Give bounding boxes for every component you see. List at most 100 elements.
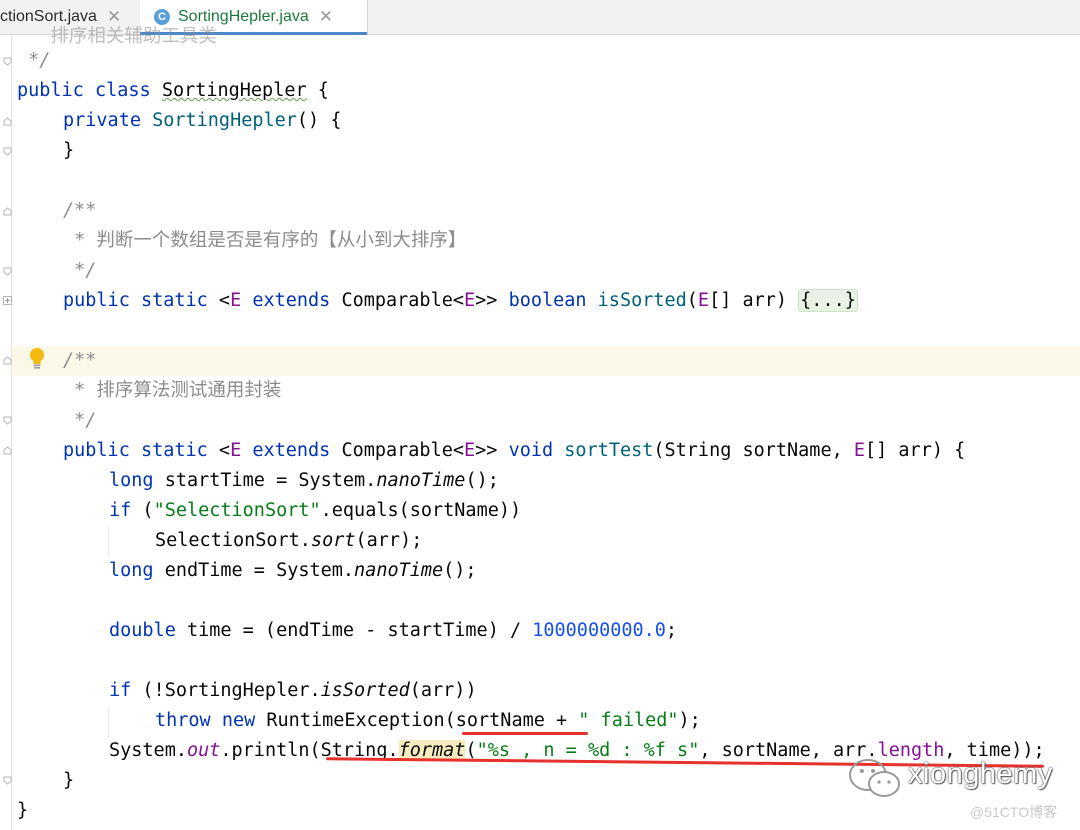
code-line: if (!SortingHepler.isSorted(arr)) bbox=[109, 676, 477, 706]
code-editor[interactable]: 排序相关辅助工具类 */ public class SortingHepler … bbox=[0, 26, 1080, 830]
brace: } bbox=[17, 800, 29, 821]
keyword: long bbox=[109, 560, 154, 581]
code-text: [] arr) bbox=[709, 290, 799, 311]
class-name: SortingHepler bbox=[161, 80, 307, 101]
fold-end-icon[interactable] bbox=[3, 57, 12, 66]
code-text: [] arr) { bbox=[865, 440, 966, 461]
code-text: startTime = System. bbox=[153, 470, 377, 491]
code-line: long endTime = System.nanoTime(); bbox=[109, 556, 477, 586]
method-name: isSorted bbox=[597, 290, 687, 311]
code-text: < bbox=[207, 440, 231, 461]
fold-start-icon[interactable] bbox=[3, 117, 12, 126]
method-name: sortTest bbox=[564, 440, 654, 461]
code-text: (arr)) bbox=[409, 680, 477, 701]
code-text: RuntimeException(sortName + bbox=[255, 710, 579, 731]
string-literal: "%s , n = %d : %f s" bbox=[476, 740, 700, 761]
keyword: extends bbox=[252, 290, 331, 311]
code-text: System. bbox=[109, 740, 187, 761]
code-line-constructor: private SortingHepler() { bbox=[63, 106, 341, 136]
code-line: double time = (endTime - startTime) / 10… bbox=[109, 616, 677, 646]
keyword: double bbox=[109, 620, 176, 641]
static-method: isSorted bbox=[320, 680, 410, 701]
code-text: ( bbox=[131, 500, 154, 521]
indent-guide bbox=[108, 707, 109, 737]
type-param: E bbox=[697, 290, 710, 311]
fold-end-icon[interactable] bbox=[3, 776, 12, 785]
doc-comment-start: /** bbox=[63, 200, 97, 221]
code-text: ); bbox=[678, 710, 701, 731]
static-method: nanoTime bbox=[376, 470, 466, 491]
code-text: (); bbox=[443, 560, 477, 581]
code-text: .equals(sortName)) bbox=[320, 500, 522, 521]
type-param: E bbox=[230, 440, 242, 461]
code-line: */ bbox=[63, 406, 96, 436]
code-text: SelectionSort. bbox=[155, 530, 311, 551]
code-line: if ("SelectionSort".equals(sortName)) bbox=[109, 496, 521, 526]
type-param: E bbox=[230, 290, 242, 311]
fold-expand-icon[interactable] bbox=[3, 296, 12, 305]
keyword: static bbox=[140, 290, 208, 311]
watermark: xionghemy @51CTO博客 bbox=[842, 756, 1072, 826]
keyword: long bbox=[109, 470, 154, 491]
keyword: throw bbox=[155, 710, 211, 731]
number-literal: 1000000000.0 bbox=[532, 620, 666, 641]
wechat-icon bbox=[849, 759, 900, 797]
watermark-site: @51CTO博客 bbox=[970, 804, 1058, 820]
string-literal: " failed" bbox=[578, 710, 679, 731]
fold-start-icon[interactable] bbox=[3, 446, 12, 455]
code-line: */ bbox=[63, 256, 96, 286]
current-line-highlight bbox=[12, 346, 1080, 376]
keyword: class bbox=[94, 80, 151, 101]
code-text: < bbox=[207, 290, 231, 311]
keyword: void bbox=[508, 440, 554, 461]
brace: } bbox=[63, 770, 75, 791]
fold-end-icon[interactable] bbox=[3, 267, 12, 276]
watermark-author: xionghemy bbox=[908, 758, 1053, 790]
type-param: E bbox=[853, 440, 865, 461]
code-text: (String sortName, bbox=[653, 440, 854, 461]
doc-comment-start: /** bbox=[63, 350, 97, 371]
type-param: E bbox=[464, 440, 476, 461]
code-line: * 排序算法测试通用封装 bbox=[63, 376, 281, 406]
code-text: (arr); bbox=[355, 530, 423, 551]
code-line: } bbox=[63, 136, 74, 166]
code-line: } bbox=[17, 796, 28, 826]
fold-start-icon[interactable] bbox=[3, 356, 12, 365]
comment-end: */ bbox=[17, 50, 51, 71]
code-text: Comparable< bbox=[341, 290, 464, 311]
doc-comment-end: */ bbox=[63, 260, 97, 281]
keyword: private bbox=[63, 110, 141, 131]
code-text: time = (endTime - startTime) / bbox=[175, 620, 533, 641]
code-line: * 判断一个数组是否是有序的【从小到大排序】 bbox=[63, 226, 466, 256]
code-line: /** bbox=[63, 196, 96, 226]
fold-start-icon[interactable] bbox=[3, 207, 12, 216]
keyword: if bbox=[109, 500, 132, 521]
fold-end-icon[interactable] bbox=[3, 147, 12, 156]
folded-code-block[interactable]: {...} bbox=[798, 289, 858, 312]
keyword: extends bbox=[252, 440, 331, 461]
code-text: (!SortingHepler. bbox=[131, 680, 321, 701]
code-text: ; bbox=[665, 620, 678, 641]
close-icon[interactable]: ✕ bbox=[319, 7, 333, 27]
fold-end-icon[interactable] bbox=[3, 416, 12, 425]
indent-guide bbox=[108, 527, 109, 557]
keyword: boolean bbox=[508, 290, 587, 311]
keyword: new bbox=[221, 710, 256, 731]
keyword: static bbox=[140, 440, 208, 461]
type-param: E bbox=[464, 290, 476, 311]
code-text: >> bbox=[475, 440, 498, 461]
code-line-class-declaration: public class SortingHepler { bbox=[17, 76, 329, 106]
code-text: >> bbox=[475, 290, 498, 311]
code-line-issorted-signature: public static <E extends Comparable<E>> … bbox=[63, 286, 858, 316]
code-line: } bbox=[63, 766, 74, 796]
doc-comment-end: */ bbox=[63, 410, 97, 431]
code-text: Comparable< bbox=[341, 440, 464, 461]
doc-comment-text: * 排序算法测试通用封装 bbox=[63, 380, 282, 401]
lightbulb-icon[interactable] bbox=[28, 347, 46, 373]
brace: } bbox=[63, 140, 75, 161]
code-text: (); bbox=[465, 470, 499, 491]
string-literal: "SelectionSort" bbox=[153, 500, 321, 521]
code-line: throw new RuntimeException(sortName + " … bbox=[155, 706, 701, 736]
code-line: /** bbox=[63, 346, 96, 376]
doc-comment-text: * 判断一个数组是否是有序的【从小到大排序】 bbox=[63, 230, 467, 251]
